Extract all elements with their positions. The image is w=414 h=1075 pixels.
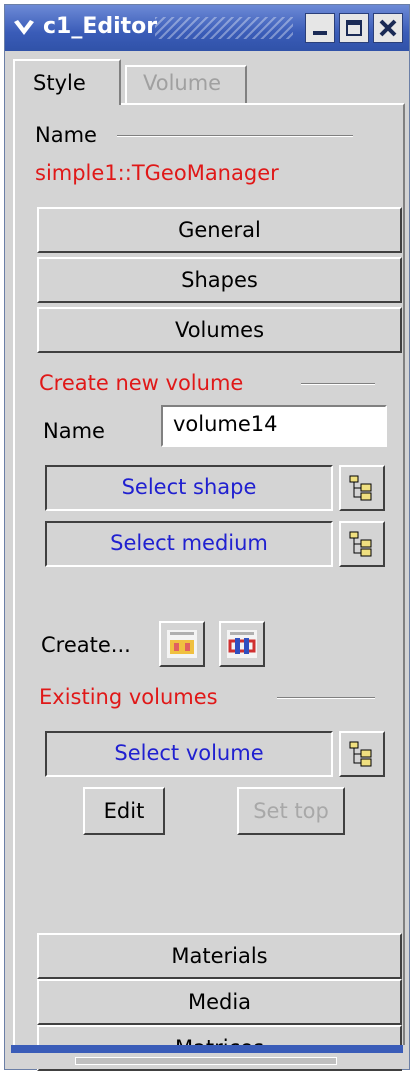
volumes-button[interactable]: Volumes [37,307,402,353]
window-title: c1_Editor [43,14,158,39]
create-volume-button[interactable] [219,621,265,667]
shapes-button[interactable]: Shapes [37,257,402,303]
maximize-icon [346,20,362,36]
general-button[interactable]: General [37,207,402,253]
volume-name-label: Name [43,419,105,443]
materials-button[interactable]: Materials [37,933,402,979]
minimize-icon [313,31,327,35]
select-medium-button[interactable] [339,521,385,567]
editor-window: c1_Editor Style Volume Name simple1::TGe… [4,4,410,1071]
title-hatch [155,17,293,39]
close-button[interactable] [373,13,403,43]
tab-volume[interactable]: Volume [125,65,247,103]
manager-name: simple1::TGeoManager [35,161,279,185]
existing-volumes-heading: Existing volumes [39,685,218,709]
select-shape-field[interactable]: Select shape [45,465,333,511]
name-label: Name [35,123,97,147]
minimize-button[interactable] [305,13,335,43]
tab-style-label: Style [33,71,86,95]
select-volume-field[interactable]: Select volume [45,731,333,777]
volume-icon [227,630,257,658]
maximize-button[interactable] [339,13,369,43]
select-volume-button[interactable] [339,731,385,777]
create-volume-heading: Create new volume [39,371,244,395]
bottom-status-bar [5,1045,409,1069]
select-shape-button[interactable] [339,465,385,511]
create-divider [301,383,375,385]
assembly-icon [167,630,197,658]
edit-button[interactable]: Edit [83,787,165,835]
tab-volume-label: Volume [143,71,222,95]
tree-picker-icon [349,531,372,557]
tab-style[interactable]: Style [13,59,121,105]
chevron-down-icon[interactable] [11,15,37,41]
set-top-button[interactable]: Set top [237,787,345,835]
create-label: Create... [41,633,131,657]
volume-name-input[interactable]: volume14 [161,405,387,447]
close-icon [379,19,397,37]
create-assembly-button[interactable] [159,621,205,667]
tree-picker-icon [349,475,372,501]
title-bar[interactable]: c1_Editor [5,5,409,51]
existing-divider [277,697,375,699]
window-bottom-edge [11,1045,403,1053]
media-button[interactable]: Media [37,979,402,1025]
horizontal-scrollbar[interactable] [75,1057,337,1065]
select-medium-field[interactable]: Select medium [45,521,333,567]
tree-picker-icon [349,741,372,767]
editor-content: Style Volume Name simple1::TGeoManager G… [5,51,409,1071]
name-divider [117,135,353,137]
